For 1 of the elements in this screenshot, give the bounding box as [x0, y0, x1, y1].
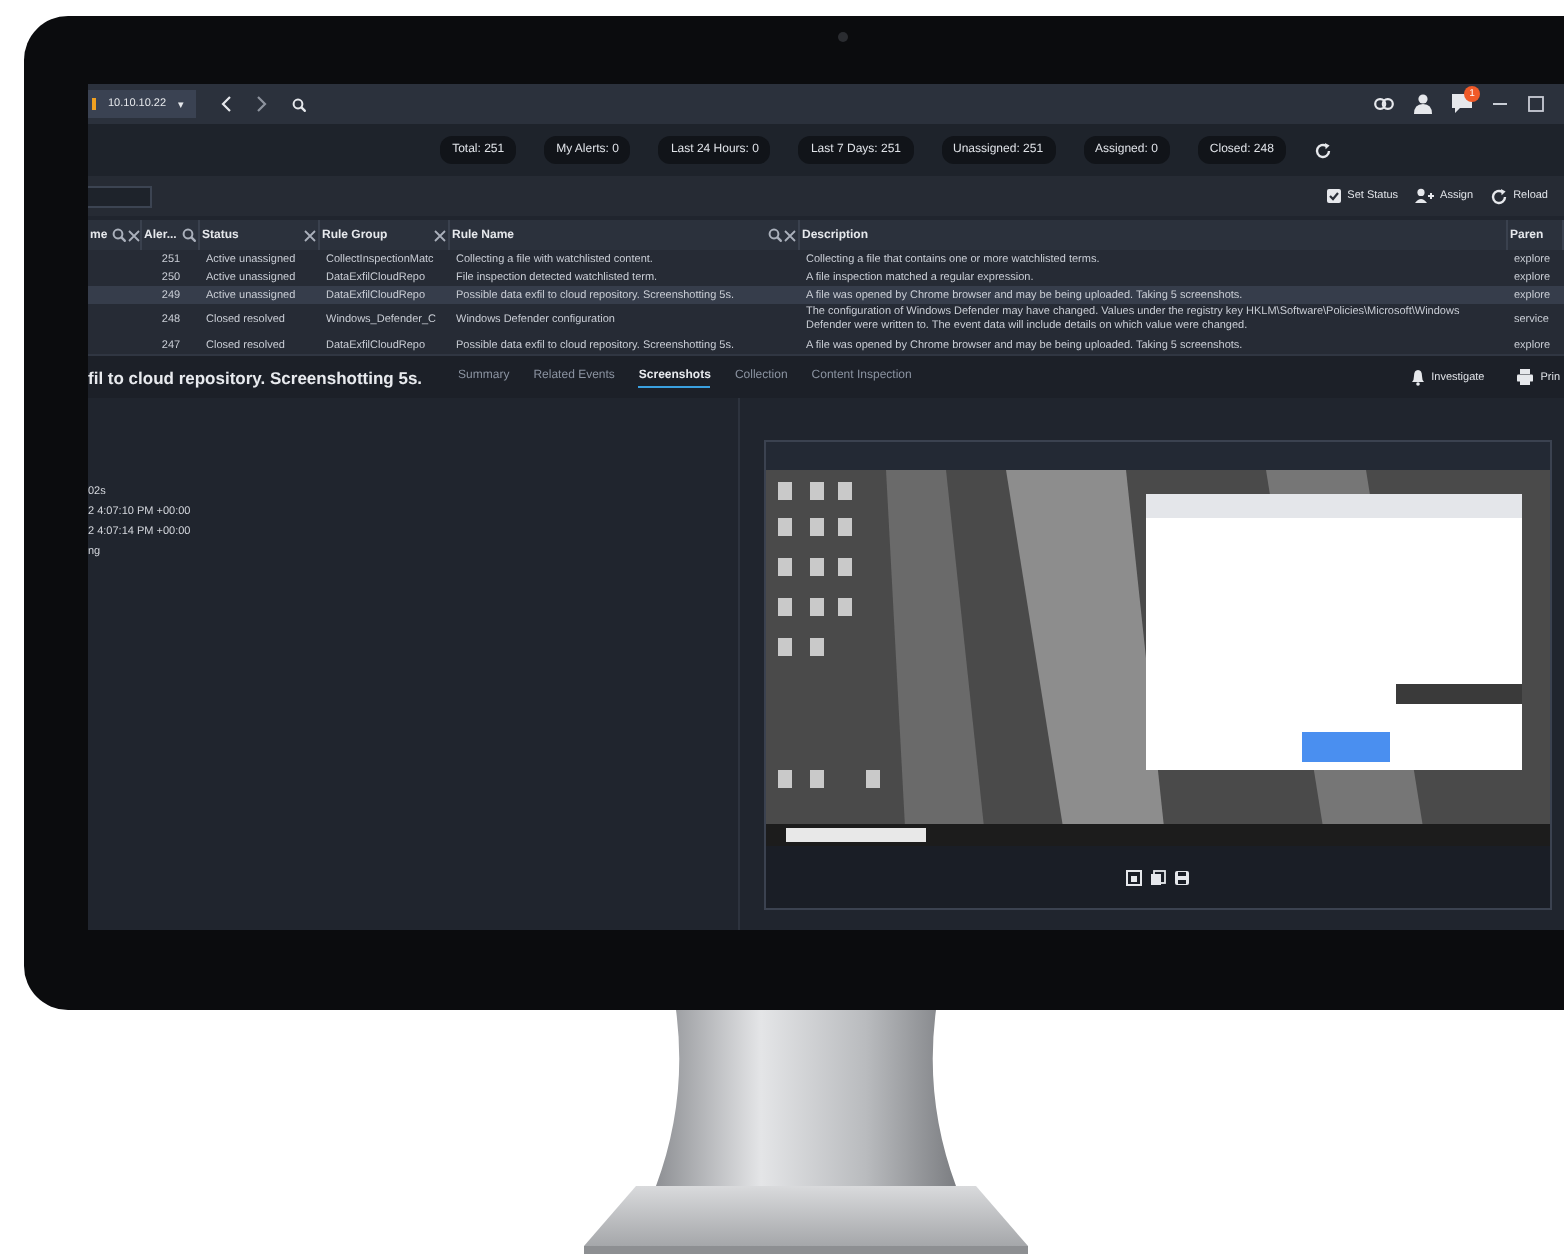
alert-title: fil to cloud repository. Screenshotting 5s.	[88, 367, 423, 387]
